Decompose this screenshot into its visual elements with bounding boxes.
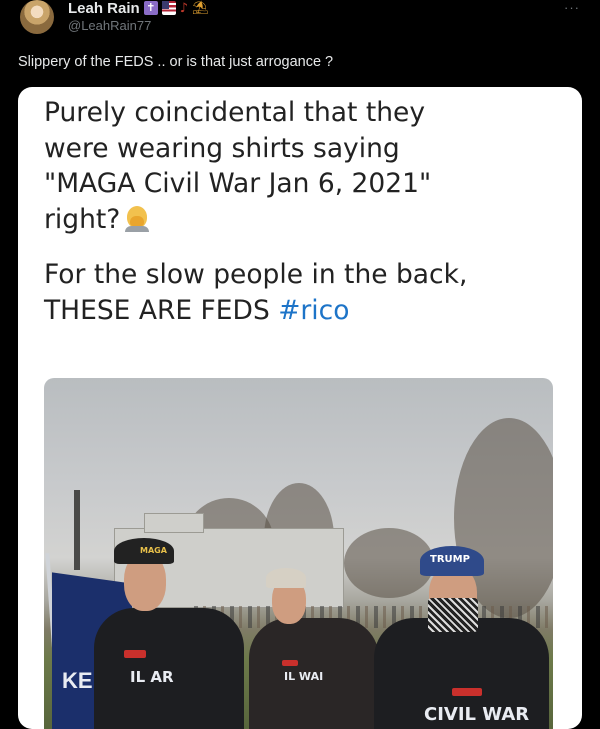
us-flag-emoji-icon xyxy=(161,1,176,15)
tweet-media-image[interactable]: Purely coincidental that they were weari… xyxy=(18,87,582,729)
author-handle[interactable]: @LeahRain77 xyxy=(68,18,151,33)
more-options-icon[interactable]: ··· xyxy=(564,0,580,15)
statue-shape xyxy=(74,490,80,570)
hashtag-link[interactable]: #rico xyxy=(278,295,349,326)
cap-right-text: TRUMP xyxy=(430,554,470,565)
flag-text: KE xyxy=(62,668,93,693)
screenshot-line-6: THESE ARE FEDS #rico xyxy=(44,293,467,329)
cross-emoji-icon: ✝ xyxy=(143,1,158,15)
screenshot-line-6-text: THESE ARE FEDS xyxy=(44,294,279,326)
guitar-emoji-icon: ♪ xyxy=(179,0,188,16)
avatar[interactable] xyxy=(20,0,54,34)
screenshot-line-5: For the slow people in the back, xyxy=(44,259,468,290)
island-emoji-icon: ⛱ xyxy=(191,0,209,16)
screenshot-line-4-text: right? xyxy=(44,203,121,235)
cap-left-text: MAGA xyxy=(140,546,167,555)
author-name-row[interactable]: Leah Rain ✝ ♪ ⛱ xyxy=(68,0,209,18)
screenshot-line-1: Purely coincidental that they xyxy=(44,97,426,128)
screenshot-line-4: right? xyxy=(44,202,467,238)
building-shape xyxy=(144,513,204,533)
person-facepalming-emoji-icon xyxy=(124,205,150,232)
screenshot-line-3: "MAGA Civil War Jan 6, 2021" xyxy=(44,168,432,199)
red-tag xyxy=(452,688,482,696)
red-tag xyxy=(124,650,146,658)
screenshot-text: Purely coincidental that they were weari… xyxy=(44,95,467,328)
shirt-text-right: CIVIL WAR xyxy=(424,704,530,725)
tweet-header: Leah Rain ✝ ♪ ⛱ @LeahRain77 ··· xyxy=(0,0,600,44)
red-tag xyxy=(282,660,298,666)
shirt-text-middle: IL WAI xyxy=(284,670,324,683)
shirt-text-left: IL AR xyxy=(130,668,174,686)
embedded-photo: KE IL AR IL WAI TRUMP CIVIL WAR MAGA xyxy=(44,378,553,729)
screenshot-line-2: were wearing shirts saying xyxy=(44,132,400,164)
mask-shape xyxy=(428,598,478,632)
tweet-text: Slippery of the FEDS .. or is that just … xyxy=(18,54,334,70)
cap-middle xyxy=(266,568,306,588)
author-name[interactable]: Leah Rain xyxy=(68,0,140,17)
